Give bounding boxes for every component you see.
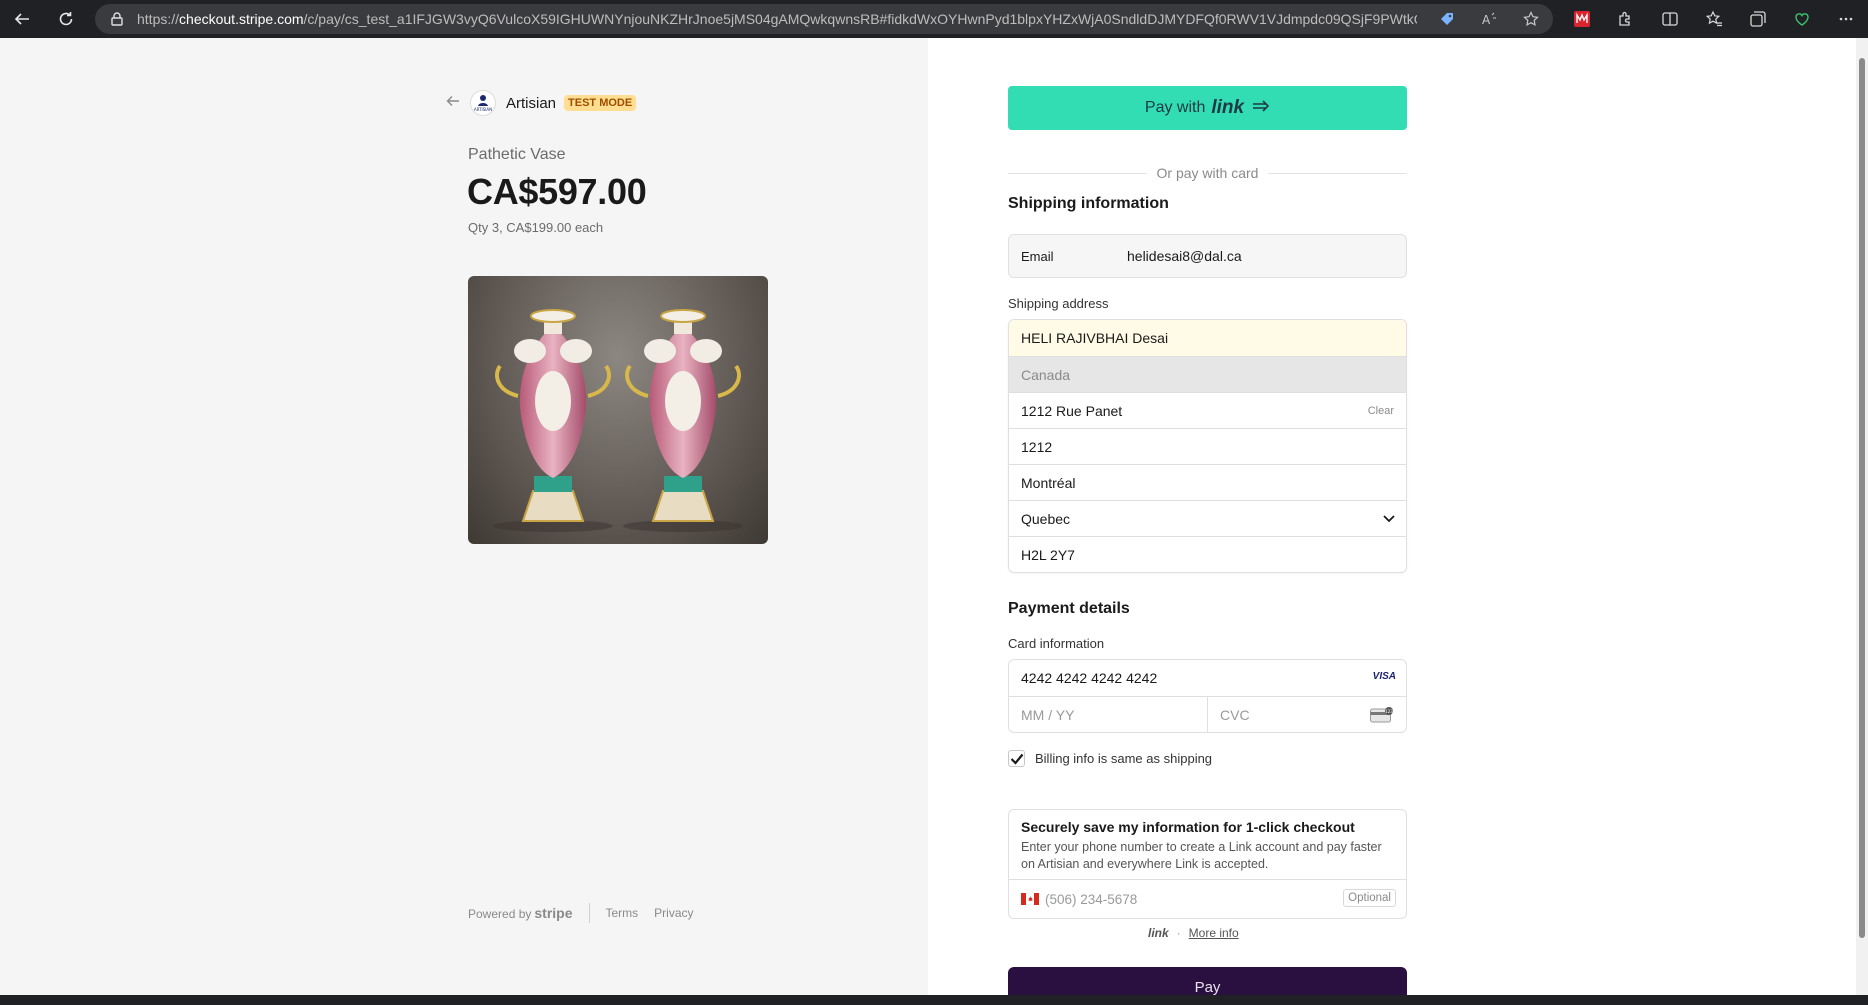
- billing-same-as-shipping[interactable]: Billing info is same as shipping: [1008, 750, 1212, 767]
- split-screen-icon[interactable]: [1648, 0, 1692, 38]
- test-mode-badge: TEST MODE: [564, 95, 637, 111]
- lock-icon[interactable]: [109, 11, 125, 27]
- extensions-puzzle-icon[interactable]: [1604, 0, 1648, 38]
- powered-by-stripe[interactable]: Powered by stripe: [468, 905, 573, 921]
- read-aloud-icon[interactable]: A: [1479, 9, 1499, 29]
- favorites-icon[interactable]: [1692, 0, 1736, 38]
- link-more-info: link · More info: [1148, 926, 1239, 940]
- favorite-star-icon[interactable]: [1521, 9, 1541, 29]
- card-information-group: 4242 4242 4242 4242 VISA MM / YY CVC 123: [1008, 659, 1407, 733]
- city-input[interactable]: Montréal: [1009, 464, 1406, 500]
- merchant-logo[interactable]: ARTISIAN: [470, 90, 496, 116]
- email-field[interactable]: Email helidesai8@dal.ca: [1008, 234, 1407, 278]
- country-select[interactable]: Canada: [1009, 356, 1406, 392]
- product-image: [468, 276, 768, 544]
- shipping-address-group: HELI RAJIVBHAI Desai Canada 1212 Rue Pan…: [1008, 319, 1407, 573]
- email-label: Email: [1021, 248, 1054, 264]
- url-text: https://checkout.stripe.com/c/pay/cs_tes…: [137, 11, 1417, 27]
- card-expiry-cvc-row: MM / YY CVC 123: [1009, 696, 1406, 732]
- pay-with-link-button[interactable]: Pay with link: [1008, 86, 1407, 130]
- card-information-label: Card information: [1008, 636, 1105, 651]
- page-scrollbar[interactable]: [1856, 38, 1868, 995]
- more-menu-icon[interactable]: [1824, 0, 1868, 38]
- visa-icon: VISA: [1372, 671, 1396, 682]
- back-arrow-icon[interactable]: [446, 94, 460, 112]
- full-name-input[interactable]: HELI RAJIVBHAI Desai: [1009, 320, 1406, 356]
- more-info-link[interactable]: More info: [1189, 926, 1239, 940]
- order-summary-panel: ARTISIAN Artisian TEST MODE Pathetic Vas…: [0, 38, 928, 995]
- address-bar[interactable]: https://checkout.stripe.com/c/pay/cs_tes…: [95, 4, 1553, 34]
- merchant-header: ARTISIAN Artisian TEST MODE: [446, 90, 637, 116]
- save-info-title: Securely save my information for 1-click…: [1021, 819, 1355, 835]
- shipping-information-title: Shipping information: [1008, 195, 1169, 212]
- checkmark-icon: [1010, 753, 1023, 765]
- merchant-name[interactable]: Artisian: [506, 95, 556, 112]
- billing-checkbox[interactable]: [1008, 750, 1025, 767]
- address-line1-input[interactable]: 1212 Rue Panet Clear: [1009, 392, 1406, 428]
- cvc-card-icon: 123: [1370, 706, 1394, 726]
- scrollbar-thumb[interactable]: [1859, 58, 1865, 938]
- privacy-link[interactable]: Privacy: [654, 906, 693, 920]
- footer-divider: [588, 903, 590, 923]
- email-value[interactable]: helidesai8@dal.ca: [1127, 248, 1242, 264]
- svg-text:ARTISIAN: ARTISIAN: [474, 107, 492, 112]
- province-select[interactable]: Quebec: [1009, 500, 1406, 536]
- phone-input[interactable]: (506) 234-5678 Optional: [1009, 879, 1406, 918]
- taskbar-edge: [0, 995, 1868, 1005]
- postal-code-input[interactable]: H2L 2Y7: [1009, 536, 1406, 572]
- expiry-input[interactable]: MM / YY: [1009, 697, 1207, 733]
- optional-badge: Optional: [1343, 889, 1396, 907]
- collections-icon[interactable]: [1736, 0, 1780, 38]
- or-pay-with-card-divider: Or pay with card: [1008, 165, 1407, 181]
- clear-address-button[interactable]: Clear: [1368, 405, 1394, 417]
- browser-essentials-icon[interactable]: [1780, 0, 1824, 38]
- save-info-box: Securely save my information for 1-click…: [1008, 809, 1407, 919]
- total-price: CA$597.00: [467, 171, 647, 212]
- reload-icon[interactable]: [44, 0, 88, 38]
- canada-flag-icon[interactable]: [1021, 893, 1039, 905]
- address-line2-input[interactable]: 1212: [1009, 428, 1406, 464]
- link-logo: link: [1148, 926, 1169, 940]
- payment-details-title: Payment details: [1008, 600, 1130, 617]
- card-number-input[interactable]: 4242 4242 4242 4242 VISA: [1009, 660, 1406, 696]
- terms-link[interactable]: Terms: [606, 906, 639, 920]
- svg-text:123: 123: [1385, 709, 1393, 714]
- extension-red-icon[interactable]: [1560, 0, 1604, 38]
- chevron-down-icon: [1382, 511, 1396, 528]
- save-info-description: Enter your phone number to create a Link…: [1021, 840, 1382, 871]
- back-icon[interactable]: [0, 0, 44, 38]
- cvc-input[interactable]: CVC 123: [1207, 696, 1406, 732]
- svg-text:A: A: [1482, 13, 1491, 27]
- footer: Powered by stripe Terms Privacy: [468, 903, 710, 923]
- arrow-right-icon: [1252, 99, 1270, 117]
- vase-left: [493, 309, 613, 532]
- tag-icon[interactable]: [1437, 9, 1457, 29]
- vase-right: [623, 309, 743, 532]
- payment-form-panel: Pay with link Or pay with card Shipping …: [928, 38, 1868, 1005]
- shipping-address-label: Shipping address: [1008, 296, 1109, 311]
- quantity-text: Qty 3, CA$199.00 each: [468, 220, 604, 235]
- product-name: Pathetic Vase: [468, 146, 566, 163]
